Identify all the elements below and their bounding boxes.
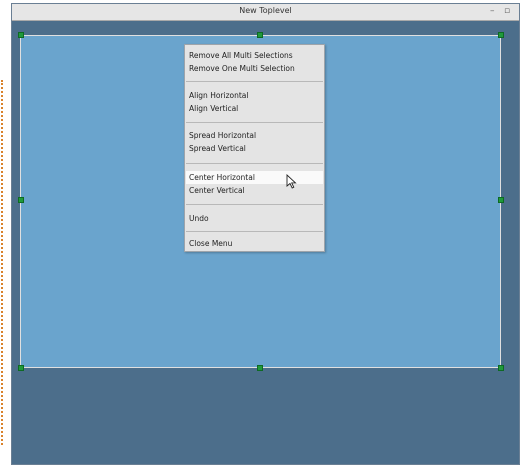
menu-item-remove-one-multi-selection[interactable]: Remove One Multi Selection	[186, 62, 323, 75]
menu-item-align-vertical[interactable]: Align Vertical	[186, 102, 323, 115]
menu-item-spread-vertical[interactable]: Spread Vertical	[186, 142, 323, 155]
window-title: New Toplevel	[239, 6, 292, 15]
selection-handle-bottom-left[interactable]	[18, 365, 24, 371]
selection-handle-top-left[interactable]	[18, 32, 24, 38]
selection-handle-middle-right[interactable]	[498, 197, 504, 203]
mouse-pointer-icon	[286, 174, 297, 189]
menu-item-close-menu[interactable]: Close Menu	[186, 237, 323, 250]
menu-separator	[186, 122, 323, 123]
dotted-guide-line	[1, 80, 3, 445]
menu-item-center-horizontal[interactable]: Center Horizontal	[186, 171, 323, 184]
menu-item-center-vertical[interactable]: Center Vertical	[186, 184, 323, 197]
selection-handle-middle-left[interactable]	[18, 197, 24, 203]
menu-item-remove-all-multi-selections[interactable]: Remove All Multi Selections	[186, 49, 323, 62]
menu-item-align-horizontal[interactable]: Align Horizontal	[186, 89, 323, 102]
selection-handle-bottom-center[interactable]	[257, 365, 263, 371]
menu-item-spread-horizontal[interactable]: Spread Horizontal	[186, 129, 323, 142]
minimize-icon[interactable]: –	[490, 5, 495, 17]
menu-separator	[186, 81, 323, 82]
menu-separator	[186, 204, 323, 205]
menu-item-undo[interactable]: Undo	[186, 212, 323, 225]
title-bar[interactable]: New Toplevel – ▫	[12, 4, 519, 21]
menu-separator	[186, 163, 323, 164]
maximize-icon[interactable]: ▫	[504, 5, 510, 17]
selection-handle-bottom-right[interactable]	[498, 365, 504, 371]
selection-handle-top-right[interactable]	[498, 32, 504, 38]
selection-handle-top-center[interactable]	[257, 32, 263, 38]
context-menu: Remove All Multi Selections Remove One M…	[184, 44, 325, 252]
menu-separator	[186, 231, 323, 232]
